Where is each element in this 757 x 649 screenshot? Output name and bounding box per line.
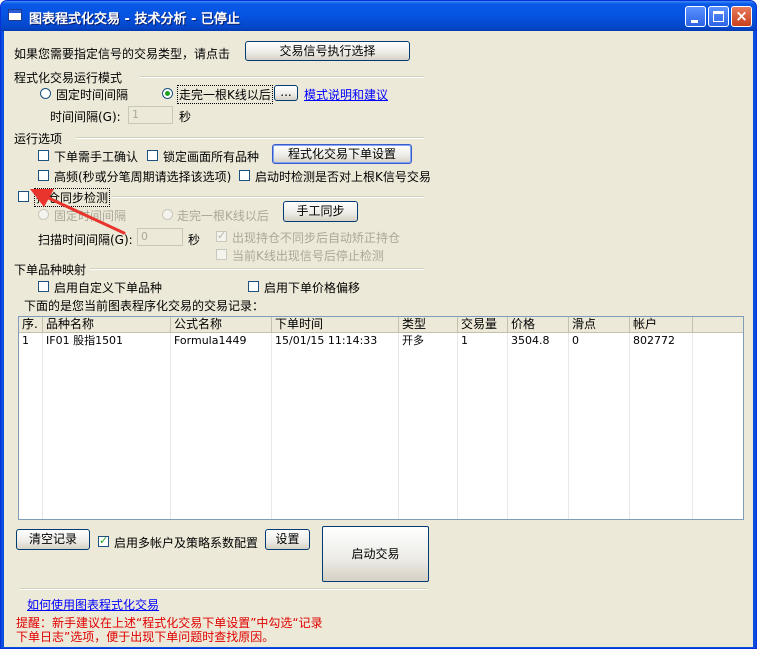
- column-header-type[interactable]: 类型: [399, 317, 458, 332]
- order-mapping-section-title: 下单品种映射: [14, 263, 87, 277]
- interval-input[interactable]: 1: [128, 106, 173, 124]
- manual-sync-button[interactable]: 手工同步: [283, 201, 358, 222]
- annotation-arrow-shaft: [40, 193, 126, 235]
- cell-symbol: IF01 股指1501: [46, 334, 124, 347]
- column-header-time[interactable]: 下单时间: [272, 317, 399, 332]
- multi-account-label[interactable]: 启用多帐户及策略系数配置: [114, 534, 258, 551]
- high-frequency-checkbox[interactable]: [38, 170, 49, 181]
- column-header-slippage[interactable]: 滑点: [569, 317, 630, 332]
- gridline: [692, 333, 693, 519]
- run-options-divider: [76, 137, 424, 139]
- clear-records-button[interactable]: 清空记录: [16, 529, 90, 550]
- column-header-index[interactable]: 序.: [19, 317, 43, 332]
- run-mode-fixed-label[interactable]: 固定时间间隔: [56, 86, 128, 103]
- run-mode-divider: [139, 76, 424, 78]
- column-header-account[interactable]: 帐户: [630, 317, 693, 332]
- lock-all-checkbox[interactable]: [147, 150, 158, 161]
- auto-correct-checkbox[interactable]: [216, 229, 227, 242]
- run-mode-bar-radio[interactable]: [162, 88, 173, 99]
- app-window-icon: [8, 9, 22, 21]
- order-settings-button[interactable]: 程式化交易下单设置: [272, 144, 412, 164]
- maximize-icon: [713, 11, 724, 22]
- cell-volume: 1: [461, 334, 468, 347]
- annotation-arrow: [30, 189, 126, 235]
- column-header-price[interactable]: 价格: [508, 317, 569, 332]
- cell-index: 1: [22, 334, 29, 347]
- column-header-symbol[interactable]: 品种名称: [43, 317, 171, 332]
- run-mode-more-button[interactable]: ...: [274, 85, 298, 101]
- sync-bar-radio[interactable]: [162, 209, 173, 220]
- price-offset-checkbox[interactable]: [248, 281, 259, 292]
- signal-select-button[interactable]: 交易信号执行选择: [245, 41, 410, 61]
- column-header-spacer: [693, 317, 743, 332]
- run-options-section-title: 运行选项: [14, 132, 63, 146]
- gridline: [507, 333, 508, 519]
- minimize-button[interactable]: [685, 6, 706, 27]
- howto-link[interactable]: 如何使用图表程式化交易: [27, 596, 159, 613]
- run-mode-bar-label[interactable]: 走完一根K线以后: [177, 85, 273, 104]
- gridline: [629, 333, 630, 519]
- title-bar[interactable]: 图表程式化交易 - 技术分析 - 已停止 ×: [1, 1, 756, 31]
- main-window: 图表程式化交易 - 技术分析 - 已停止 × 如果您需要指定信号的交易类型，请点…: [0, 0, 757, 649]
- tip-line-2: 下单日志”选项，便于出现下单问题时查找原因。: [16, 630, 275, 644]
- column-header-volume[interactable]: 交易量: [458, 317, 508, 332]
- cell-time: 15/01/15 11:14:33: [275, 334, 378, 347]
- run-mode-section-title: 程式化交易运行模式: [14, 71, 123, 85]
- table-row[interactable]: 1 IF01 股指1501 Formula1449 15/01/15 11:14…: [19, 333, 743, 349]
- close-button[interactable]: ×: [731, 6, 752, 27]
- cell-price: 3504.8: [511, 334, 550, 347]
- scan-interval-input[interactable]: 0: [137, 228, 183, 246]
- scan-interval-unit: 秒: [188, 233, 201, 247]
- gridline: [170, 333, 171, 519]
- close-icon: ×: [735, 7, 748, 25]
- position-sync-divider: [112, 196, 424, 198]
- bottom-divider: [20, 588, 427, 590]
- startup-check-label[interactable]: 启动时检测是否对上根K信号交易: [255, 168, 431, 185]
- custom-symbol-checkbox[interactable]: [38, 281, 49, 292]
- stop-detect-checkbox[interactable]: [216, 249, 227, 260]
- manual-confirm-checkbox[interactable]: [38, 150, 49, 161]
- maximize-button[interactable]: [708, 6, 729, 27]
- price-offset-label[interactable]: 启用下单价格偏移: [264, 279, 360, 296]
- gridline: [398, 333, 399, 519]
- cell-type: 开多: [402, 334, 424, 347]
- gridline: [42, 333, 43, 519]
- signal-type-prompt: 如果您需要指定信号的交易类型，请点击: [14, 47, 231, 61]
- minimize-icon: [691, 20, 698, 23]
- dialog-client-area: 如果您需要指定信号的交易类型，请点击 交易信号执行选择 程式化交易运行模式 固定…: [4, 31, 753, 647]
- gridline: [568, 333, 569, 519]
- gridline: [271, 333, 272, 519]
- auto-correct-label[interactable]: 出现持仓不同步后自动矫正持仓: [232, 229, 400, 246]
- multi-account-checkbox[interactable]: [98, 534, 109, 547]
- stop-detect-label[interactable]: 当前K线出现信号后停止检测: [232, 247, 384, 264]
- multi-account-settings-button[interactable]: 设置: [265, 529, 310, 550]
- start-trading-button[interactable]: 启动交易: [322, 526, 429, 582]
- column-header-formula[interactable]: 公式名称: [171, 317, 272, 332]
- lock-all-label[interactable]: 锁定画面所有品种: [163, 148, 259, 165]
- interval-label: 时间间隔(G):: [50, 110, 121, 124]
- cell-slippage: 0: [572, 334, 579, 347]
- manual-confirm-label[interactable]: 下单需手工确认: [54, 148, 138, 165]
- mode-help-link[interactable]: 模式说明和建议: [304, 86, 388, 103]
- window-title: 图表程式化交易 - 技术分析 - 已停止: [29, 12, 240, 27]
- custom-symbol-label[interactable]: 启用自定义下单品种: [54, 279, 162, 296]
- trade-records-table[interactable]: 序. 品种名称 公式名称 下单时间 类型 交易量 价格 滑点 帐户 1 IF01…: [18, 316, 744, 520]
- sync-bar-label[interactable]: 走完一根K线以后: [177, 207, 269, 224]
- order-mapping-divider: [90, 268, 424, 270]
- run-mode-fixed-radio[interactable]: [40, 88, 51, 99]
- records-caption: 下面的是您当前图表程序化交易的交易记录：: [24, 299, 265, 313]
- interval-unit: 秒: [179, 110, 192, 124]
- table-header: 序. 品种名称 公式名称 下单时间 类型 交易量 价格 滑点 帐户: [19, 317, 743, 333]
- startup-check-checkbox[interactable]: [239, 170, 250, 181]
- gridline: [457, 333, 458, 519]
- cell-account: 802772: [633, 334, 675, 347]
- cell-formula: Formula1449: [174, 334, 247, 347]
